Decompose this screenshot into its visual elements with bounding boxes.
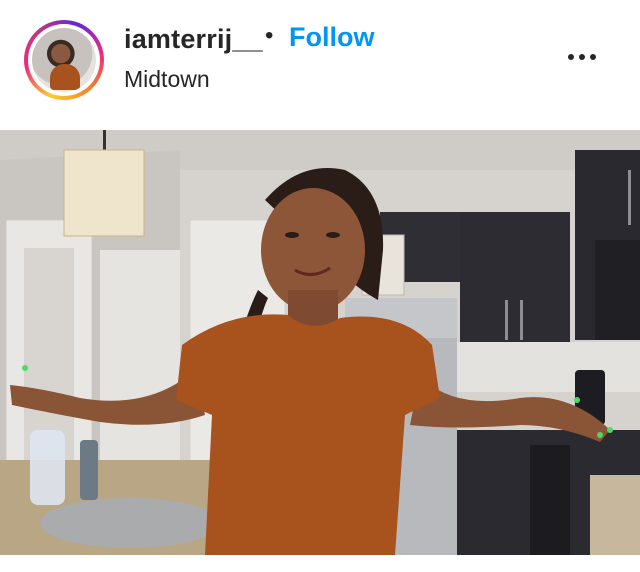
- story-ring[interactable]: [24, 20, 104, 100]
- post-header: iamterrij__ • Follow Midtown: [0, 0, 640, 130]
- username[interactable]: iamterrij__: [124, 24, 263, 55]
- more-options-icon[interactable]: [562, 44, 602, 74]
- avatar[interactable]: [32, 28, 96, 92]
- nail-right-1: [574, 397, 580, 403]
- left-eye: [285, 232, 299, 238]
- backsplash: [457, 342, 640, 392]
- nail-right-3: [607, 427, 613, 433]
- follow-button[interactable]: Follow: [289, 22, 374, 53]
- bottle-2: [80, 440, 98, 500]
- post-photo[interactable]: [0, 130, 640, 555]
- location-link[interactable]: Midtown: [124, 66, 210, 93]
- upper-cabinet-2: [460, 212, 570, 342]
- pendant-lamp: [63, 149, 145, 237]
- sink: [40, 498, 220, 548]
- lamp-cord: [103, 130, 106, 152]
- stove: [530, 445, 570, 555]
- counter-right: [590, 475, 640, 555]
- cabinet-handle-2: [520, 300, 523, 340]
- nail-right-2: [597, 432, 603, 438]
- separator-dot: •: [265, 22, 274, 49]
- bottom-spacer: [0, 555, 640, 572]
- nail-left: [22, 365, 28, 371]
- photo-scene: [0, 130, 640, 555]
- microwave: [595, 240, 640, 340]
- right-eye: [326, 232, 340, 238]
- cabinet-handle-3: [628, 170, 631, 225]
- soap-bottle: [30, 430, 65, 505]
- cabinet-handle: [505, 300, 508, 340]
